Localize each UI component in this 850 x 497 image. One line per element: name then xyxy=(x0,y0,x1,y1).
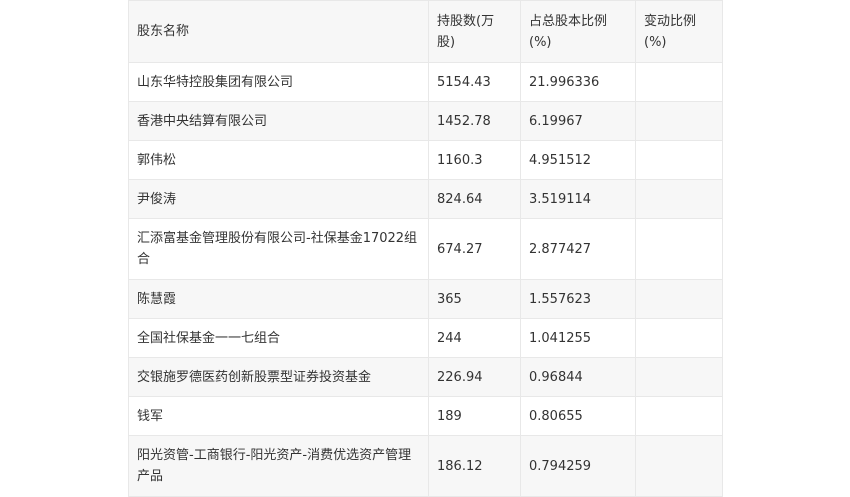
cell-shares-held: 674.27 xyxy=(428,218,521,280)
cell-shares-held: 226.94 xyxy=(428,357,521,397)
cell-shares-held: 824.64 xyxy=(428,179,521,219)
cell-shareholder-name: 阳光资管-工商银行-阳光资产-消费优选资产管理产品 xyxy=(128,435,429,497)
cell-shares-held: 5154.43 xyxy=(428,62,521,102)
cell-shares-held: 1160.3 xyxy=(428,140,521,180)
cell-share-ratio: 1.557623 xyxy=(520,279,636,319)
cell-change-ratio xyxy=(635,357,723,397)
table-row: 交银施罗德医药创新股票型证券投资基金 226.94 0.96844 xyxy=(128,357,723,397)
cell-share-ratio: 3.519114 xyxy=(520,179,636,219)
cell-shareholder-name: 钱军 xyxy=(128,396,429,436)
cell-change-ratio xyxy=(635,396,723,436)
cell-shareholder-name: 全国社保基金一一七组合 xyxy=(128,318,429,358)
cell-change-ratio xyxy=(635,140,723,180)
cell-shareholder-name: 郭伟松 xyxy=(128,140,429,180)
cell-share-ratio: 2.877427 xyxy=(520,218,636,280)
cell-shares-held: 189 xyxy=(428,396,521,436)
header-change-ratio: 变动比例(%) xyxy=(635,0,723,63)
table-header-row: 股东名称 持股数(万股) 占总股本比例(%) 变动比例(%) xyxy=(128,0,723,63)
cell-share-ratio: 6.19967 xyxy=(520,101,636,141)
table-row: 阳光资管-工商银行-阳光资产-消费优选资产管理产品 186.12 0.79425… xyxy=(128,435,723,497)
table-row: 钱军 189 0.80655 xyxy=(128,396,723,436)
cell-shares-held: 244 xyxy=(428,318,521,358)
shareholder-table-container: 股东名称 持股数(万股) 占总股本比例(%) 变动比例(%) 山东华特控股集团有… xyxy=(128,0,723,497)
header-share-ratio: 占总股本比例(%) xyxy=(520,0,636,63)
cell-shareholder-name: 山东华特控股集团有限公司 xyxy=(128,62,429,102)
cell-change-ratio xyxy=(635,279,723,319)
header-shares-held: 持股数(万股) xyxy=(428,0,521,63)
cell-shareholder-name: 汇添富基金管理股份有限公司-社保基金17022组合 xyxy=(128,218,429,280)
cell-share-ratio: 4.951512 xyxy=(520,140,636,180)
cell-share-ratio: 1.041255 xyxy=(520,318,636,358)
cell-shares-held: 365 xyxy=(428,279,521,319)
table-row: 山东华特控股集团有限公司 5154.43 21.996336 xyxy=(128,62,723,102)
shareholder-table: 股东名称 持股数(万股) 占总股本比例(%) 变动比例(%) 山东华特控股集团有… xyxy=(128,0,723,497)
cell-shareholder-name: 交银施罗德医药创新股票型证券投资基金 xyxy=(128,357,429,397)
cell-share-ratio: 0.794259 xyxy=(520,435,636,497)
cell-share-ratio: 0.80655 xyxy=(520,396,636,436)
cell-shareholder-name: 陈慧霞 xyxy=(128,279,429,319)
table-row: 陈慧霞 365 1.557623 xyxy=(128,279,723,319)
table-row: 尹俊涛 824.64 3.519114 xyxy=(128,179,723,219)
cell-change-ratio xyxy=(635,318,723,358)
cell-change-ratio xyxy=(635,218,723,280)
cell-share-ratio: 0.96844 xyxy=(520,357,636,397)
table-row: 郭伟松 1160.3 4.951512 xyxy=(128,140,723,180)
cell-change-ratio xyxy=(635,62,723,102)
cell-shares-held: 186.12 xyxy=(428,435,521,497)
header-shareholder-name: 股东名称 xyxy=(128,0,429,63)
cell-change-ratio xyxy=(635,435,723,497)
cell-change-ratio xyxy=(635,179,723,219)
cell-shares-held: 1452.78 xyxy=(428,101,521,141)
cell-shareholder-name: 香港中央结算有限公司 xyxy=(128,101,429,141)
table-row: 全国社保基金一一七组合 244 1.041255 xyxy=(128,318,723,358)
cell-change-ratio xyxy=(635,101,723,141)
table-row: 汇添富基金管理股份有限公司-社保基金17022组合 674.27 2.87742… xyxy=(128,218,723,280)
cell-shareholder-name: 尹俊涛 xyxy=(128,179,429,219)
table-row: 香港中央结算有限公司 1452.78 6.19967 xyxy=(128,101,723,141)
cell-share-ratio: 21.996336 xyxy=(520,62,636,102)
